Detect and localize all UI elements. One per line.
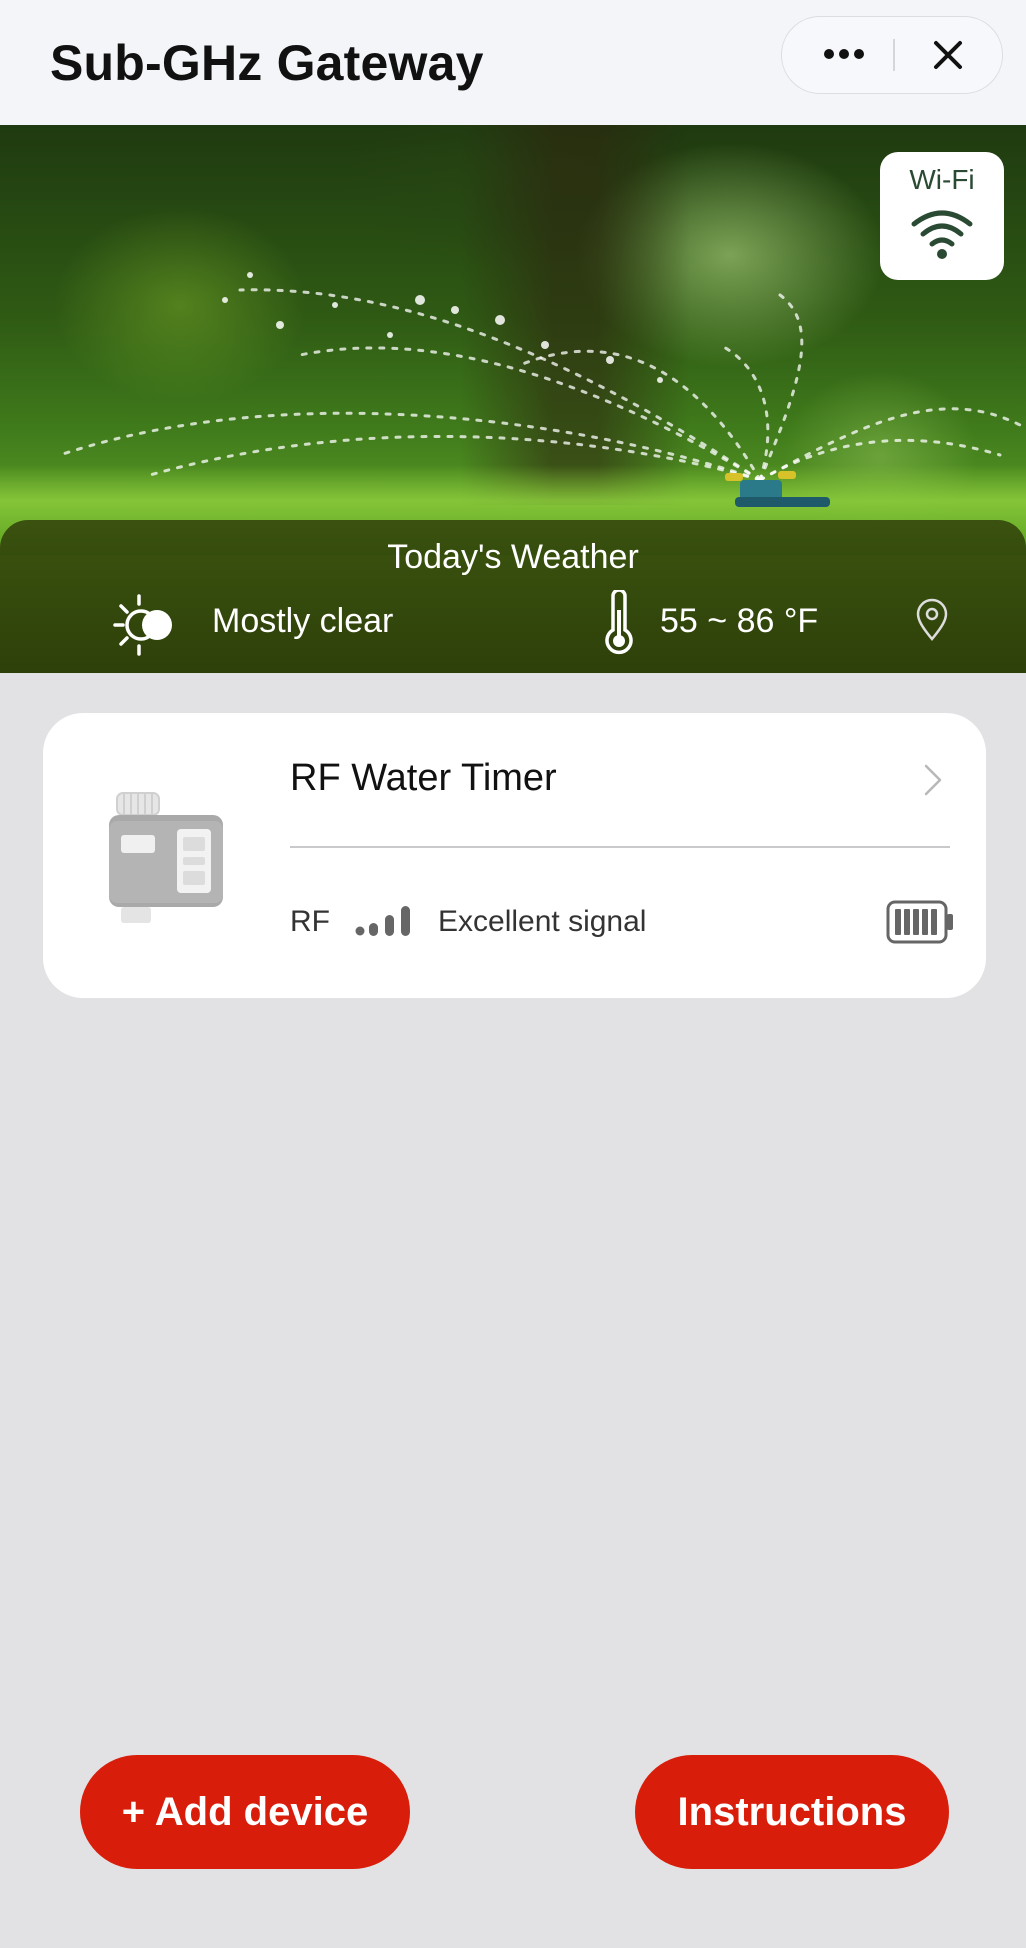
weather-panel: Today's Weather Mostly clear 55 ~ 86 °F — [0, 520, 1026, 673]
app-header: Sub-GHz Gateway — [0, 0, 1026, 125]
sprinkler-illustration — [58, 272, 1022, 507]
page-title: Sub-GHz Gateway — [50, 35, 484, 91]
card-divider — [290, 846, 950, 848]
close-button[interactable] — [908, 17, 988, 93]
wifi-label: Wi-Fi — [909, 164, 975, 195]
thermometer-icon — [605, 590, 633, 655]
weather-condition: Mostly clear — [212, 602, 394, 640]
mini-program-capsule — [781, 16, 1003, 94]
water-timer-device-image — [109, 792, 223, 923]
chevron-right-icon — [924, 764, 942, 796]
instructions-button[interactable]: Instructions — [635, 1755, 949, 1869]
hero-banner: Wi-Fi Today's Weather Mostly clear 55 ~ … — [0, 125, 1026, 673]
device-name: RF Water Timer — [290, 757, 557, 799]
add-device-button[interactable]: + Add device — [80, 1755, 410, 1869]
capsule-divider — [893, 39, 895, 71]
weather-title: Today's Weather — [387, 538, 639, 576]
partly-sunny-icon — [113, 594, 172, 656]
device-card-rf-water-timer[interactable]: RF Water Timer RF Excellent signal — [43, 713, 986, 998]
battery-full-icon — [886, 900, 953, 944]
wifi-icon — [911, 210, 973, 259]
location-pin-icon[interactable] — [914, 598, 950, 642]
signal-bars-icon — [355, 906, 410, 936]
protocol-label: RF — [290, 905, 330, 938]
close-icon — [934, 41, 962, 69]
signal-status-text: Excellent signal — [438, 905, 647, 938]
more-button[interactable] — [808, 17, 878, 93]
wifi-status-card[interactable]: Wi-Fi — [880, 152, 1004, 280]
temperature-range: 55 ~ 86 °F — [660, 602, 819, 640]
more-dots-icon — [824, 49, 864, 59]
